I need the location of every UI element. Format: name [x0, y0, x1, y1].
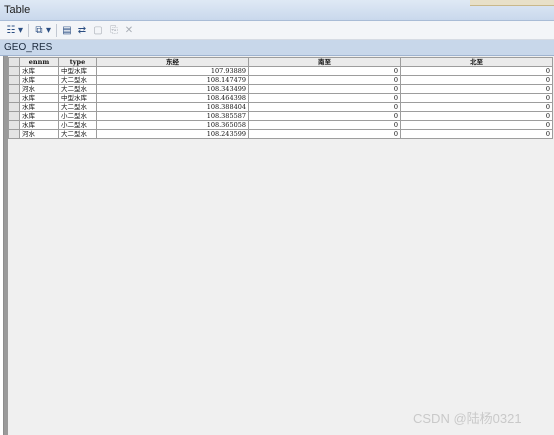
cell-north-extent[interactable]: 0 — [400, 84, 553, 94]
cell-ennm[interactable]: 河水 — [19, 129, 59, 139]
cell-south-extent[interactable]: 0 — [248, 93, 401, 103]
attribute-table-area: ennm type 东经 南至 北至 水库 中型水库 107.93889 0 0… — [3, 56, 554, 435]
row-selector[interactable] — [8, 120, 20, 130]
background-window-remnant — [470, 0, 554, 6]
table-row[interactable]: 水库 大二型水 108.388404 0 0 — [8, 102, 553, 112]
row-selector[interactable] — [8, 111, 20, 121]
related-tables-dropdown-icon[interactable]: ▾ — [45, 24, 52, 37]
cell-north-extent[interactable]: 0 — [400, 75, 553, 85]
cell-type[interactable]: 大二型水 — [58, 75, 97, 85]
select-by-attributes-icon[interactable]: ▤ — [61, 24, 73, 37]
cell-type[interactable]: 大二型水 — [58, 129, 97, 139]
cell-ennm[interactable]: 水库 — [19, 111, 59, 121]
table-row[interactable]: 水库 中型水库 108.464398 0 0 — [8, 93, 553, 103]
row-selector[interactable] — [8, 84, 20, 94]
clear-selection-icon[interactable]: ▢ — [92, 24, 104, 37]
column-header-ennm[interactable]: ennm — [19, 57, 59, 67]
cell-east-longitude[interactable]: 108.388404 — [96, 102, 249, 112]
cell-south-extent[interactable]: 0 — [248, 129, 401, 139]
attribute-table: ennm type 东经 南至 北至 水库 中型水库 107.93889 0 0… — [8, 57, 553, 139]
cell-ennm[interactable]: 水库 — [19, 75, 59, 85]
column-header-type[interactable]: type — [58, 57, 97, 67]
table-row[interactable]: 水库 大二型水 108.147479 0 0 — [8, 75, 553, 85]
cell-south-extent[interactable]: 0 — [248, 66, 401, 76]
row-selector[interactable] — [8, 129, 20, 139]
cell-ennm[interactable]: 河水 — [19, 84, 59, 94]
row-selector-header[interactable] — [8, 57, 20, 67]
cell-ennm[interactable]: 水库 — [19, 102, 59, 112]
zoom-to-selected-icon[interactable]: ⎘ — [108, 24, 120, 37]
table-toolbar: ☷ ▾ ⧉ ▾ ▤ ⇄ ▢ ⎘ ✕ — [0, 21, 554, 40]
toolbar-separator — [28, 24, 29, 37]
column-header-east-longitude[interactable]: 东经 — [96, 57, 249, 67]
window-title: Table — [4, 4, 31, 16]
table-tab-bar: GEO_RES — [0, 40, 554, 56]
cell-south-extent[interactable]: 0 — [248, 120, 401, 130]
row-selector[interactable] — [8, 75, 20, 85]
cell-east-longitude[interactable]: 108.385587 — [96, 111, 249, 121]
cell-south-extent[interactable]: 0 — [248, 111, 401, 121]
column-header-north-extent[interactable]: 北至 — [400, 57, 553, 67]
row-selector[interactable] — [8, 93, 20, 103]
table-row[interactable]: 水库 小二型水 108.365058 0 0 — [8, 120, 553, 130]
cell-north-extent[interactable]: 0 — [400, 129, 553, 139]
cell-north-extent[interactable]: 0 — [400, 120, 553, 130]
cell-type[interactable]: 小二型水 — [58, 111, 97, 121]
row-selector[interactable] — [8, 66, 20, 76]
switch-selection-icon[interactable]: ⇄ — [76, 24, 88, 37]
table-header-row: ennm type 东经 南至 北至 — [8, 57, 553, 67]
cell-east-longitude[interactable]: 108.243599 — [96, 129, 249, 139]
table-row[interactable]: 河水 大二型水 108.243599 0 0 — [8, 129, 553, 139]
toolbar-separator — [56, 24, 57, 37]
cell-east-longitude[interactable]: 108.464398 — [96, 93, 249, 103]
tab-geo-res[interactable]: GEO_RES — [4, 42, 52, 53]
cell-south-extent[interactable]: 0 — [248, 84, 401, 94]
column-header-south-extent[interactable]: 南至 — [248, 57, 401, 67]
row-selector[interactable] — [8, 102, 20, 112]
cell-ennm[interactable]: 水库 — [19, 93, 59, 103]
cell-type[interactable]: 大二型水 — [58, 84, 97, 94]
delete-selected-icon[interactable]: ✕ — [123, 24, 135, 37]
cell-north-extent[interactable]: 0 — [400, 102, 553, 112]
table-options-dropdown-icon[interactable]: ▾ — [17, 24, 24, 37]
cell-type[interactable]: 小二型水 — [58, 120, 97, 130]
cell-north-extent[interactable]: 0 — [400, 93, 553, 103]
table-row[interactable]: 水库 小二型水 108.385587 0 0 — [8, 111, 553, 121]
cell-north-extent[interactable]: 0 — [400, 111, 553, 121]
cell-type[interactable]: 大二型水 — [58, 102, 97, 112]
cell-type[interactable]: 中型水库 — [58, 66, 97, 76]
cell-type[interactable]: 中型水库 — [58, 93, 97, 103]
watermark: CSDN @陆杨0321 — [413, 411, 522, 426]
cell-east-longitude[interactable]: 108.343499 — [96, 84, 249, 94]
table-row[interactable]: 河水 大二型水 108.343499 0 0 — [8, 84, 553, 94]
cell-ennm[interactable]: 水库 — [19, 120, 59, 130]
cell-south-extent[interactable]: 0 — [248, 75, 401, 85]
window-titlebar: Table — [0, 0, 554, 21]
related-tables-icon[interactable]: ⧉ — [33, 24, 45, 37]
cell-east-longitude[interactable]: 108.365058 — [96, 120, 249, 130]
cell-north-extent[interactable]: 0 — [400, 66, 553, 76]
cell-east-longitude[interactable]: 108.147479 — [96, 75, 249, 85]
cell-ennm[interactable]: 水库 — [19, 66, 59, 76]
table-options-icon[interactable]: ☷ — [5, 24, 17, 37]
cell-south-extent[interactable]: 0 — [248, 102, 401, 112]
cell-east-longitude[interactable]: 107.93889 — [96, 66, 249, 76]
table-row[interactable]: 水库 中型水库 107.93889 0 0 — [8, 66, 553, 76]
